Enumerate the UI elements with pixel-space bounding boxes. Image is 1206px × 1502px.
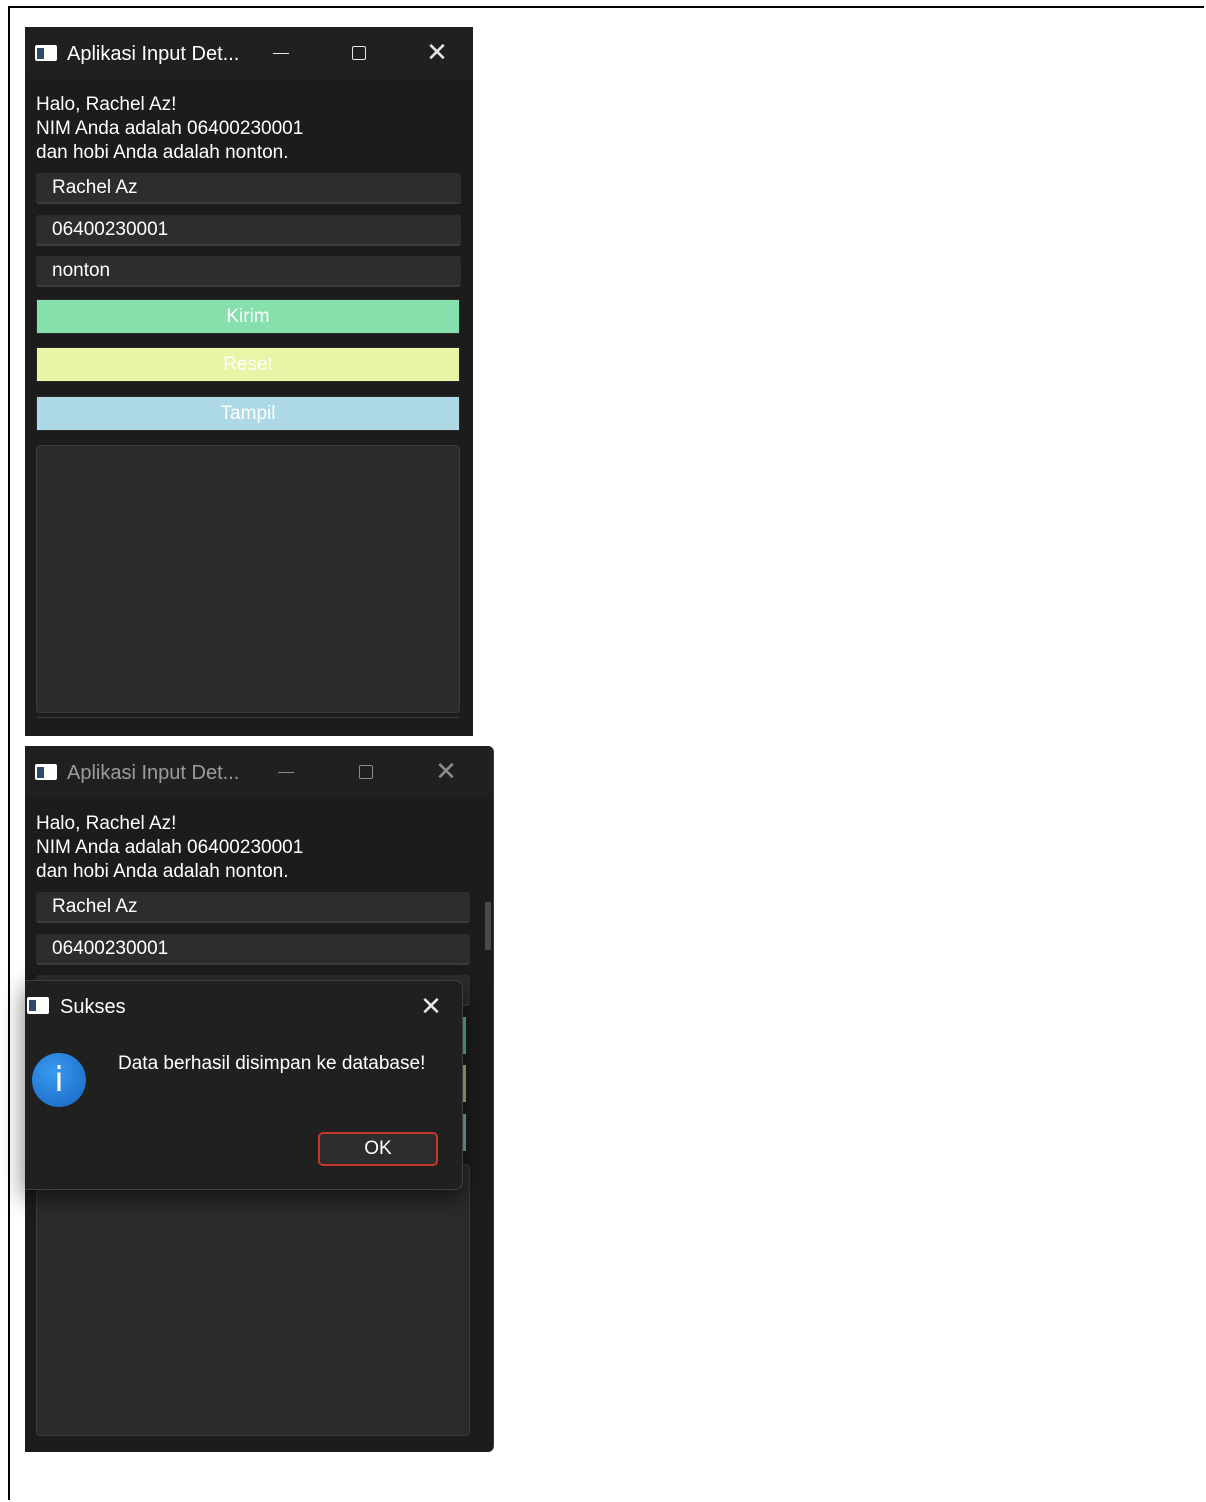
- nim-input[interactable]: [36, 215, 461, 246]
- maximize-icon: [352, 46, 366, 60]
- nim-input[interactable]: [36, 934, 470, 965]
- info-icon: i: [32, 1053, 86, 1107]
- greeting-label: Halo, Rachel Az! NIM Anda adalah 0640023…: [36, 813, 304, 882]
- minimize-icon: [273, 52, 289, 54]
- greeting-label: Halo, Rachel Az! NIM Anda adalah 0640023…: [36, 94, 304, 163]
- name-input[interactable]: [36, 892, 470, 923]
- close-button[interactable]: ✕: [426, 754, 466, 790]
- kirim-button[interactable]: Kirim: [36, 299, 460, 334]
- output-text-area[interactable]: [36, 1164, 470, 1436]
- title-bar[interactable]: Aplikasi Input Det... ✕: [25, 746, 493, 798]
- tampil-button[interactable]: Tampil: [36, 396, 460, 431]
- app-icon: [35, 45, 57, 61]
- dialog-close-button[interactable]: ✕: [413, 989, 449, 1025]
- dialog-title: Sukses: [60, 996, 126, 1018]
- maximize-button[interactable]: [346, 754, 386, 790]
- maximize-icon: [359, 765, 373, 779]
- close-button[interactable]: ✕: [417, 35, 457, 71]
- close-icon: ✕: [426, 38, 448, 68]
- output-text-area[interactable]: [36, 445, 460, 713]
- reset-button[interactable]: Reset: [36, 347, 460, 382]
- close-icon: ✕: [420, 992, 442, 1022]
- success-dialog: Sukses ✕ i Data berhasil disimpan ke dat…: [25, 980, 463, 1190]
- maximize-button[interactable]: [339, 35, 379, 71]
- ok-button[interactable]: OK: [318, 1132, 438, 1166]
- title-bar[interactable]: Aplikasi Input Det... ✕: [25, 27, 473, 79]
- name-input[interactable]: [36, 173, 461, 204]
- dialog-message: Data berhasil disimpan ke database!: [118, 1053, 426, 1074]
- window-title: Aplikasi Input Det...: [67, 762, 240, 784]
- window-title: Aplikasi Input Det...: [67, 43, 240, 65]
- app-icon: [35, 764, 57, 780]
- minimize-button[interactable]: [261, 35, 301, 71]
- bottom-divider: [36, 717, 460, 718]
- scrollbar-thumb[interactable]: [485, 902, 491, 950]
- app-icon: [27, 997, 49, 1014]
- close-icon: ✕: [435, 757, 457, 787]
- app-window-main: Aplikasi Input Det... ✕ Halo, Rachel Az!…: [25, 27, 473, 736]
- minimize-icon: [278, 771, 294, 773]
- minimize-button[interactable]: [266, 754, 306, 790]
- hobby-input[interactable]: [36, 256, 461, 287]
